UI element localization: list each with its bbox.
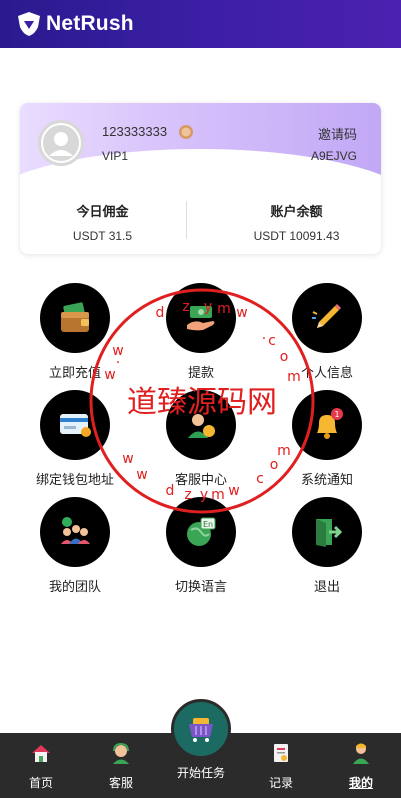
- headset-icon: [113, 742, 129, 764]
- wallet-icon: [61, 302, 89, 332]
- menu-icon-circle: [292, 497, 362, 567]
- app-header: NetRush: [0, 0, 401, 48]
- profile-card: 123333333 VIP1 邀请码 A9EJVG 今日佣金 USDT 31.5…: [20, 103, 381, 254]
- logout-icon: [316, 519, 343, 547]
- menu-label: 提款: [187, 365, 214, 380]
- menu-label: 绑定钱包地址: [35, 472, 114, 487]
- menu-icon-circle: [292, 283, 362, 353]
- cash-withdraw-icon: [187, 306, 215, 331]
- menu-bind-wallet[interactable]: 绑定钱包地址: [20, 390, 130, 488]
- menu-label: 客服中心: [174, 472, 227, 487]
- menu-withdraw[interactable]: 提款: [146, 283, 256, 381]
- user-icon: [353, 743, 369, 764]
- home-icon: [32, 745, 50, 762]
- stat-title: 账户余额: [270, 204, 323, 219]
- bell-icon: 1: [317, 408, 343, 439]
- menu-icon-circle: En: [166, 497, 236, 567]
- svg-text:.: .: [262, 327, 266, 343]
- menu-icon-circle: [166, 283, 236, 353]
- stat-title: 今日佣金: [76, 204, 129, 219]
- nav-label: 客服: [108, 776, 133, 790]
- stat-balance: 账户余额 USDT 10091.43: [214, 201, 379, 243]
- stat-divider: [186, 201, 187, 239]
- invite-code-label: 邀请码: [317, 127, 357, 142]
- menu-label: 立即充值: [48, 365, 101, 380]
- avatar[interactable]: [38, 120, 84, 166]
- stat-commission: 今日佣金 USDT 31.5: [20, 201, 185, 243]
- document-icon: [274, 744, 288, 762]
- nav-service[interactable]: 客服: [91, 733, 151, 798]
- stat-value: USDT 31.5: [72, 229, 133, 243]
- menu-support-center[interactable]: 客服中心: [146, 390, 256, 488]
- svg-text:1: 1: [334, 410, 339, 419]
- start-task-label: 开始任务: [176, 766, 225, 780]
- invite-code[interactable]: A9EJVG: [311, 149, 357, 163]
- support-icon: [188, 414, 215, 438]
- menu-label: 系统通知: [300, 472, 353, 487]
- svg-text:En: En: [203, 520, 213, 529]
- menu-my-team[interactable]: 我的团队: [20, 497, 130, 595]
- shield-logo-icon: [18, 12, 40, 36]
- medal-icon: [179, 125, 193, 139]
- menu-profile-info[interactable]: 个人信息: [272, 283, 382, 381]
- vip-level: VIP1: [102, 149, 129, 163]
- menu-icon-circle: 1: [292, 390, 362, 460]
- nav-records[interactable]: 记录: [251, 733, 311, 798]
- menu-logout[interactable]: 退出: [272, 497, 382, 595]
- menu-label: 个人信息: [300, 365, 353, 380]
- svg-text:c: c: [256, 471, 264, 487]
- menu-icon-circle: [40, 497, 110, 567]
- cart-icon: [189, 718, 213, 742]
- menu-recharge[interactable]: 立即充值: [20, 283, 130, 381]
- nav-mine[interactable]: 我的: [331, 733, 391, 798]
- menu-notifications[interactable]: 1 系统通知: [272, 390, 382, 488]
- menu-label: 退出: [313, 579, 340, 594]
- menu-icon-circle: [40, 283, 110, 353]
- username: 123333333: [102, 124, 168, 139]
- pencil-icon: [312, 304, 341, 328]
- language-icon: En: [187, 517, 216, 546]
- menu-switch-language[interactable]: En 切换语言: [146, 497, 256, 595]
- card-icon: [60, 414, 91, 437]
- stat-value: USDT 10091.43: [253, 229, 340, 243]
- menu-label: 切换语言: [174, 579, 227, 594]
- start-task-button[interactable]: [171, 699, 231, 759]
- nav-label: 我的: [348, 776, 373, 790]
- nav-label: 首页: [28, 776, 53, 790]
- team-icon: [61, 517, 90, 544]
- nav-label: 记录: [268, 776, 293, 790]
- menu-label: 我的团队: [48, 579, 101, 594]
- menu-icon-circle: [166, 390, 236, 460]
- nav-home[interactable]: 首页: [11, 733, 71, 798]
- user-silhouette-icon: [38, 120, 84, 166]
- menu-icon-circle: [40, 390, 110, 460]
- app-logo-text: NetRush: [46, 12, 134, 35]
